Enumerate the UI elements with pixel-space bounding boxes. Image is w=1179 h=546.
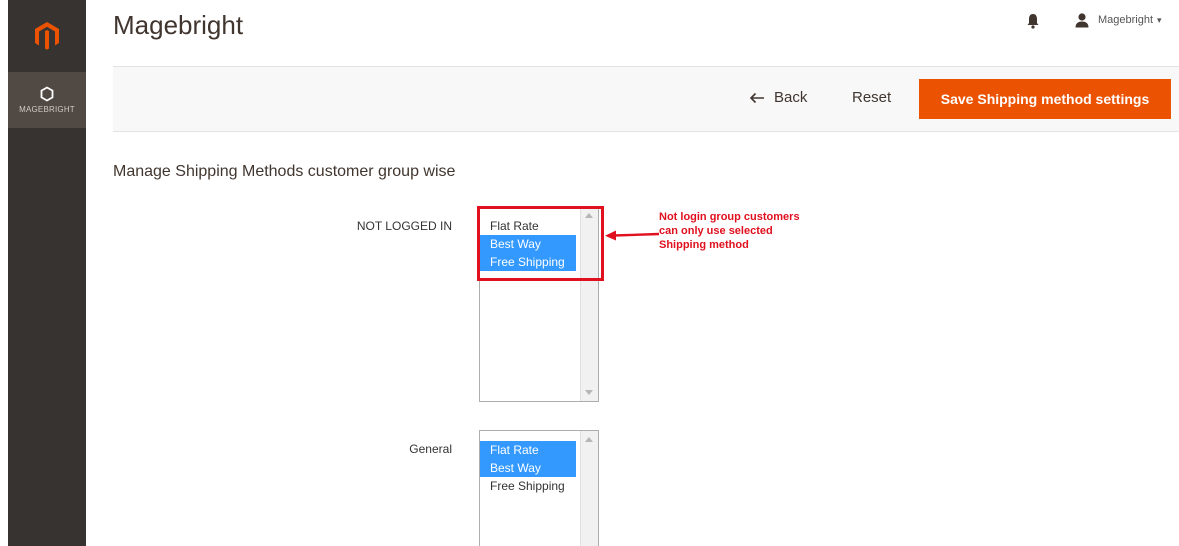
arrow-left-icon (749, 92, 764, 103)
annotation-highlight-box (477, 206, 604, 281)
multiselect-scrollbar[interactable] (580, 431, 598, 546)
option-best-way[interactable]: Best Way (480, 459, 576, 477)
user-account-menu[interactable]: Magebright ▾ (1074, 12, 1162, 28)
user-icon (1075, 13, 1089, 28)
annotation-note: Not login group customers can only use s… (659, 210, 849, 252)
page-actions-bar: Back Reset Save Shipping method settings (113, 66, 1179, 132)
option-free-shipping[interactable]: Free Shipping (480, 477, 576, 495)
group-label-general: General (409, 442, 452, 456)
annotation-line: can only use selected (659, 225, 773, 237)
left-edge (0, 0, 8, 546)
shipping-methods-multiselect-general[interactable]: Flat Rate Best Way Free Shipping (479, 430, 599, 546)
group-label-not-logged-in: NOT LOGGED IN (356, 219, 452, 233)
annotation-line: Not login group customers (659, 211, 800, 223)
magento-logo-icon[interactable] (8, 0, 86, 72)
page-title: Magebright (113, 10, 244, 40)
back-button-label: Back (774, 89, 808, 106)
sidebar-item-label: MAGEBRIGHT (19, 105, 75, 114)
bell-icon[interactable] (1026, 13, 1040, 29)
annotation-line: Shipping method (659, 239, 749, 251)
scroll-up-icon[interactable] (585, 437, 593, 442)
back-button[interactable]: Back (749, 89, 807, 106)
annotation-arrow-icon (605, 230, 660, 241)
admin-sidebar: MAGEBRIGHT (8, 0, 86, 546)
scroll-down-icon[interactable] (585, 390, 593, 395)
chevron-down-icon: ▾ (1157, 14, 1162, 25)
save-shipping-settings-button[interactable]: Save Shipping method settings (919, 79, 1171, 119)
sidebar-item-magebright[interactable]: MAGEBRIGHT (8, 72, 86, 128)
reset-button[interactable]: Reset (852, 89, 891, 106)
hexagon-icon (40, 86, 54, 102)
section-title: Manage Shipping Methods customer group w… (113, 163, 456, 180)
option-flat-rate[interactable]: Flat Rate (480, 441, 576, 459)
user-name: Magebright (1098, 14, 1154, 26)
